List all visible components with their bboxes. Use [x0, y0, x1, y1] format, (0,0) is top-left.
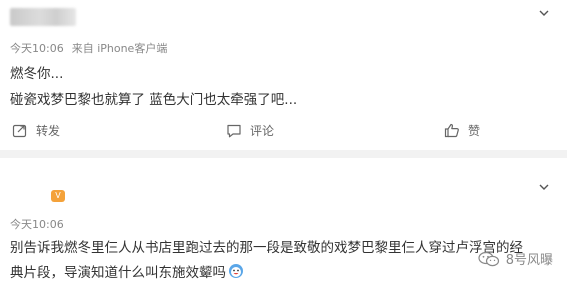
post-text-segment: 典片段，导演知道什么叫东施效颦吗 — [10, 265, 226, 281]
chevron-down-icon[interactable] — [539, 8, 549, 18]
post-text-line: 碰瓷戏梦巴黎也就算了 蓝色大门也太牵强了吧... — [10, 92, 298, 108]
comment-label: 评论 — [250, 124, 275, 138]
post-text-line-2: 典片段，导演知道什么叫东施效颦吗 — [10, 261, 244, 281]
comment-card-1: 今天10:06 来自 iPhone客户端 燃冬你... 碰瓷戏梦巴黎也就算了 蓝色… — [0, 0, 567, 150]
repost-button[interactable]: 转发 — [12, 122, 60, 139]
grinning-face-icon — [229, 264, 243, 278]
watermark: 8号风曝 — [478, 249, 553, 268]
thumbs-up-icon — [444, 123, 459, 138]
card-divider — [0, 150, 567, 158]
repost-icon — [12, 124, 27, 137]
comment-button[interactable]: 评论 — [226, 122, 274, 139]
post-meta: 今天10:06 — [10, 216, 72, 232]
comment-icon — [227, 124, 241, 137]
like-button[interactable]: 赞 — [444, 122, 480, 139]
chevron-down-icon[interactable] — [539, 182, 549, 192]
action-bar: 转发 评论 赞 — [0, 118, 567, 144]
post-source: 来自 iPhone客户端 — [71, 42, 168, 55]
wechat-logo-icon — [478, 251, 499, 266]
blurred-username[interactable] — [10, 8, 76, 26]
post-time: 今天10:06 — [10, 218, 64, 231]
watermark-text: 8号风曝 — [505, 253, 553, 268]
post-meta: 今天10:06 来自 iPhone客户端 — [10, 40, 175, 56]
post-text-line: 燃冬你... — [10, 66, 64, 82]
like-label: 赞 — [468, 124, 481, 138]
post-time: 今天10:06 — [10, 42, 64, 55]
post-text-line: 别告诉我燃冬里仨人从书店里跑过去的那一段是致敬的戏梦巴黎里仨人穿过卢浮宫的经 — [10, 240, 523, 256]
repost-label: 转发 — [36, 124, 61, 138]
vip-badge: V — [51, 190, 65, 202]
